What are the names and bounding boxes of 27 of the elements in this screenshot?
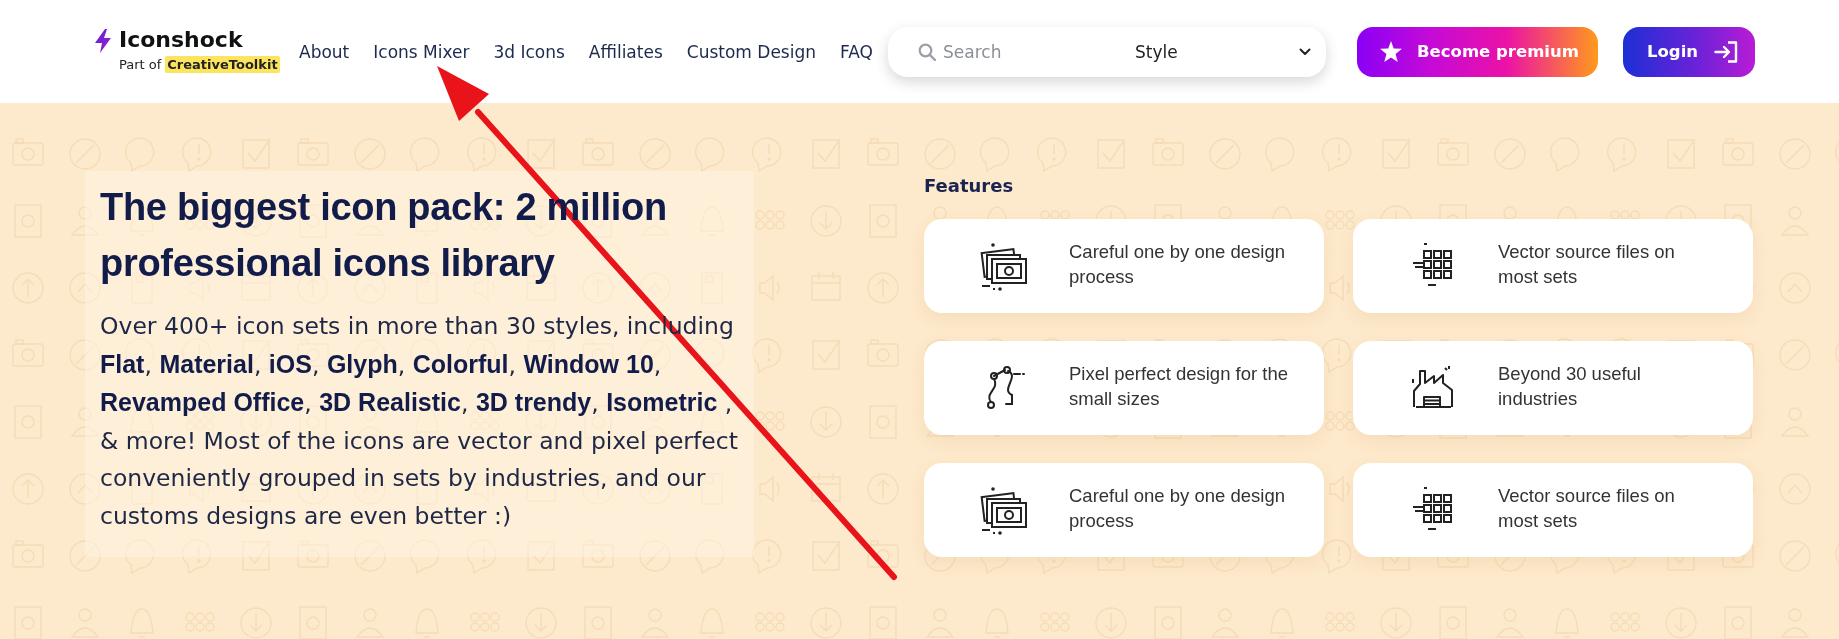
login-icon: [1714, 40, 1739, 63]
nav-link[interactable]: FAQ: [840, 41, 873, 62]
feature-text: Vector source files on most sets: [1498, 239, 1676, 289]
nav-link[interactable]: 3d Icons: [493, 41, 565, 62]
feature-text: Beyond 30 useful industries: [1498, 361, 1642, 411]
tagline-text: Part of: [119, 56, 162, 73]
lightning-bolt-icon: [95, 29, 111, 53]
login-button[interactable]: Login: [1623, 26, 1755, 77]
feature-text: Vector source files on most sets: [1498, 483, 1676, 533]
search-icon: [918, 42, 936, 61]
nav-link[interactable]: Icons Mixer: [373, 41, 470, 62]
nav-link[interactable]: Custom Design: [686, 41, 816, 62]
feature-text: Careful one by one design process: [1069, 239, 1286, 289]
star-icon: [1380, 41, 1402, 62]
feature-text: Careful one by one design process: [1069, 483, 1286, 533]
brand-name[interactable]: Iconshock: [119, 26, 280, 54]
photo-stack-icon: [978, 240, 1030, 292]
search-input[interactable]: Search: [943, 41, 1125, 62]
nav-link[interactable]: About: [299, 41, 350, 62]
features-heading: Features: [924, 176, 1015, 196]
style-dropdown[interactable]: Style: [1125, 35, 1311, 68]
caret-icon: [1299, 47, 1311, 56]
premium-button[interactable]: Become premium: [1357, 26, 1598, 77]
brand-highlight: CreativeToolkit: [165, 56, 280, 73]
feature-text: Pixel perfect design for the small sizes: [1069, 361, 1290, 411]
photo-stack-icon: [978, 484, 1030, 536]
nav-link[interactable]: Affiliates: [588, 41, 663, 62]
